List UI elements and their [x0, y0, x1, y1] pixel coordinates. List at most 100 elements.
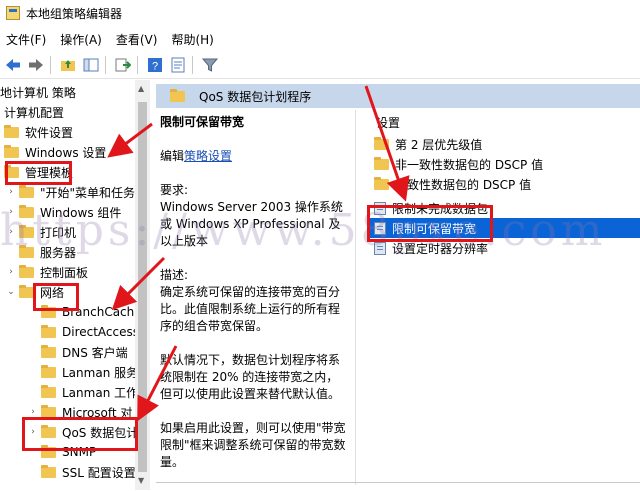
- list-item-label: 限制可保留带宽: [392, 221, 477, 236]
- list-item-nonconforming-dscp[interactable]: 非一致性数据包的 DSCP 值: [368, 154, 640, 174]
- tree-item-label: SNMP: [62, 445, 97, 459]
- tree-item-software-settings[interactable]: 软件设置: [4, 122, 73, 142]
- folder-icon: [170, 88, 185, 102]
- policy-setting-icon: [374, 221, 386, 235]
- tree-item-label: DirectAccess: [62, 325, 140, 339]
- tree-item-directaccess[interactable]: DirectAccess: [28, 322, 139, 342]
- folder-icon: [41, 444, 56, 458]
- expand-chevron-icon[interactable]: ›: [6, 187, 16, 197]
- default-behavior-text: 默认情况下，数据包计划程序将系统限制在 20% 的连接带宽之内，但可以使用此设置…: [160, 353, 341, 401]
- policy-setting-icon: [374, 201, 386, 215]
- scroll-down-arrow-icon[interactable]: ▼: [138, 476, 144, 485]
- properties-icon[interactable]: [168, 55, 188, 75]
- tree-item-label: Windows 设置: [25, 145, 107, 160]
- tree-item-qos-packet-scheduler[interactable]: › QoS 数据包计: [28, 422, 138, 442]
- tree-item-label: 网络: [40, 285, 65, 300]
- tree-item-label: Lanman 服务: [62, 365, 139, 380]
- menu-help[interactable]: 帮助(H): [165, 31, 221, 48]
- tree-item-label: Windows 组件: [40, 205, 122, 220]
- tree-item-dns-client[interactable]: DNS 客户端: [28, 342, 128, 362]
- tree-item-label: QoS 数据包计: [62, 425, 139, 440]
- folder-icon: [4, 124, 19, 138]
- tree-item-snmp[interactable]: SNMP: [28, 442, 96, 462]
- details-header-title: QoS 数据包计划程序: [199, 89, 312, 104]
- edit-prefix: 编辑: [160, 149, 185, 163]
- tree-item-windows-settings[interactable]: Windows 设置: [4, 142, 106, 162]
- list-item-conforming-dscp[interactable]: 一致性数据包的 DSCP 值: [368, 174, 640, 194]
- folder-icon: [19, 284, 34, 298]
- tree-item-label: "开始"菜单和任务: [40, 185, 136, 200]
- back-arrow-icon[interactable]: [3, 55, 23, 75]
- tree-item-network[interactable]: ⌄ 网络: [6, 282, 64, 302]
- tree-item-ssl-config[interactable]: SSL 配置设置: [28, 462, 136, 482]
- expand-chevron-icon[interactable]: ›: [28, 427, 38, 437]
- toolbar-separator: [137, 56, 138, 74]
- tree-item-label: 软件设置: [25, 125, 74, 140]
- tree-item-branchcache[interactable]: BranchCach: [28, 302, 134, 322]
- svg-text:?: ?: [152, 61, 158, 73]
- folder-icon: [19, 224, 34, 238]
- tree-item-lanman-workstation[interactable]: Lanman 工作: [28, 382, 138, 402]
- scrollbar-thumb[interactable]: [138, 102, 147, 472]
- tree-item-label: 管理模板: [25, 165, 74, 180]
- list-item-timer-resolution[interactable]: 设置定时器分辨率: [368, 238, 640, 258]
- folder-icon: [41, 424, 56, 438]
- tree-item-admin-templates[interactable]: 管理模板: [4, 162, 73, 182]
- folder-up-icon[interactable]: [58, 55, 78, 75]
- list-item-limit-reservable-bandwidth[interactable]: 限制可保留带宽: [368, 218, 640, 238]
- edit-policy-link[interactable]: 策略设置: [184, 149, 232, 163]
- show-hide-tree-icon[interactable]: [81, 55, 101, 75]
- expand-chevron-icon[interactable]: ›: [28, 407, 38, 417]
- tree-item-local-policy[interactable]: 地计算机 策略: [0, 82, 76, 102]
- menu-action[interactable]: 操作(A): [54, 31, 110, 48]
- menu-file[interactable]: 文件(F): [0, 31, 54, 48]
- edit-line: 编辑策略设置: [160, 148, 348, 165]
- tree-item-microsoft-peer[interactable]: › Microsoft 对: [28, 402, 132, 422]
- expand-chevron-icon[interactable]: ›: [6, 267, 16, 277]
- export-list-icon[interactable]: [113, 55, 133, 75]
- tree-item-server[interactable]: 服务器: [6, 242, 76, 262]
- tree-item-lanman-server[interactable]: Lanman 服务: [28, 362, 138, 382]
- toolbar: ?: [0, 52, 640, 79]
- tree-item-start-menu[interactable]: › "开始"菜单和任务: [6, 182, 135, 202]
- details-header: QoS 数据包计划程序: [156, 84, 640, 108]
- folder-icon: [41, 304, 56, 318]
- tree-item-computer-config[interactable]: 计算机配置: [4, 102, 64, 122]
- tree-item-printers[interactable]: › 打印机: [6, 222, 76, 242]
- tree-item-label: Microsoft 对: [62, 405, 133, 420]
- tree-item-windows-components[interactable]: › Windows 组件: [6, 202, 121, 222]
- tree-scrollbar[interactable]: ▲ ▼: [135, 80, 150, 490]
- folder-icon: [19, 184, 34, 198]
- list-item-layer2-priority[interactable]: 第 2 层优先级值: [368, 134, 640, 154]
- settings-list: 设置 第 2 层优先级值 非一致性数据包的 DSCP 值 一致性数据包的 DSC…: [368, 110, 640, 485]
- folder-icon: [19, 244, 34, 258]
- list-item-label: 第 2 层优先级值: [395, 137, 483, 152]
- settings-column-header[interactable]: 设置: [376, 114, 400, 131]
- tree-item-label: 打印机: [40, 225, 77, 240]
- folder-icon: [19, 264, 34, 278]
- tree-item-label: 控制面板: [40, 265, 89, 280]
- folder-icon: [374, 156, 389, 170]
- list-item-label: 非一致性数据包的 DSCP 值: [395, 157, 544, 172]
- toolbar-separator: [192, 56, 193, 74]
- list-item-limit-outstanding-packets[interactable]: 限制未完成数据包: [368, 198, 640, 218]
- menu-view[interactable]: 查看(V): [110, 31, 166, 48]
- gpedit-app-icon: [6, 6, 20, 20]
- expand-chevron-icon[interactable]: ›: [6, 207, 16, 217]
- list-item-label: 限制未完成数据包: [392, 201, 489, 216]
- collapse-chevron-icon[interactable]: ⌄: [6, 287, 16, 297]
- enabled-behavior-text: 如果启用此设置，则可以使用"带宽限制"框来调整系统可保留的带宽数量。: [160, 421, 346, 469]
- help-icon[interactable]: ?: [145, 55, 165, 75]
- list-item-label: 一致性数据包的 DSCP 值: [395, 177, 532, 192]
- tree-item-control-panel[interactable]: › 控制面板: [6, 262, 88, 282]
- folder-icon: [374, 136, 389, 150]
- policy-description: 限制可保留带宽 编辑策略设置 要求: Windows Server 2003 操…: [160, 110, 348, 482]
- requirements-text: Windows Server 2003 操作系统或 Windows XP Pro…: [160, 200, 343, 248]
- folder-icon: [374, 176, 389, 190]
- scroll-up-arrow-icon[interactable]: ▲: [138, 84, 144, 93]
- policy-title: 限制可保留带宽: [160, 115, 245, 129]
- forward-arrow-icon[interactable]: [26, 55, 46, 75]
- pane-divider[interactable]: [355, 110, 356, 485]
- expand-chevron-icon[interactable]: ›: [6, 227, 16, 237]
- filter-icon[interactable]: [200, 55, 220, 75]
